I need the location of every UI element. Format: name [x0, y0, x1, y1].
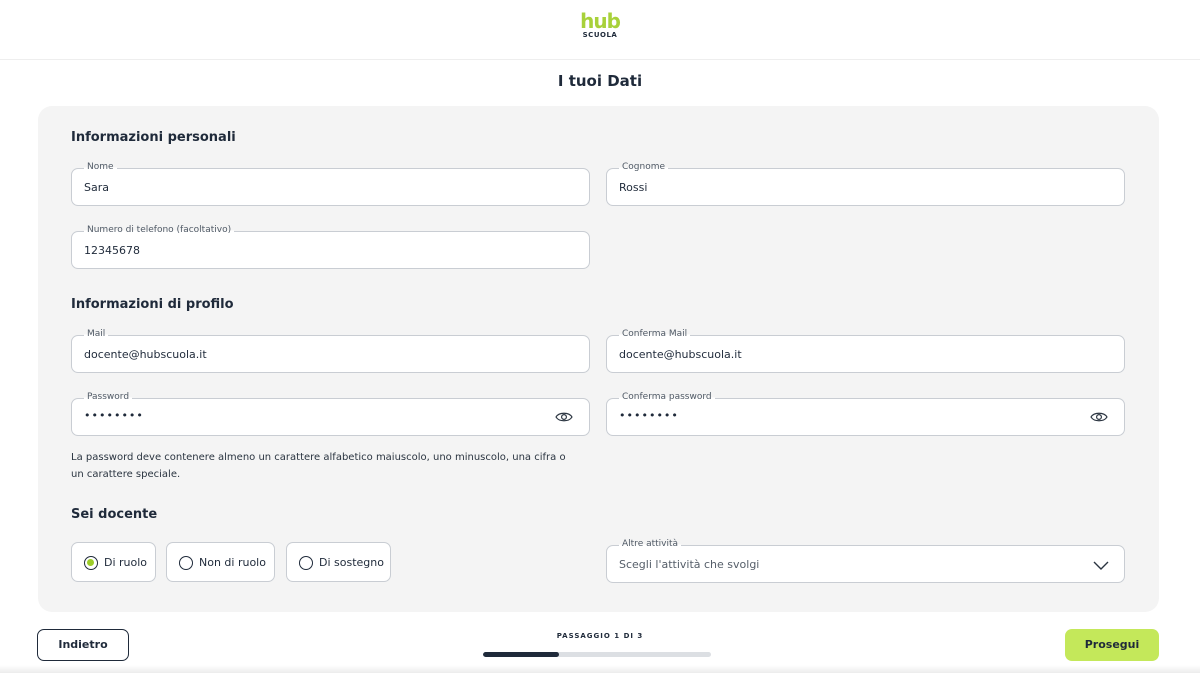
conferma-mail-label: Conferma Mail — [619, 328, 691, 340]
section-title-personal: Informazioni personali — [71, 130, 236, 145]
eye-icon[interactable] — [1090, 410, 1108, 424]
telefono-value: 12345678 — [84, 244, 140, 257]
radio-non-di-ruolo[interactable]: Non di ruolo — [166, 542, 275, 582]
password-hint-line-1: La password deve contenere almeno un car… — [71, 452, 566, 463]
conferma-mail-field[interactable]: Conferma Mail docente@hubscuola.it — [606, 328, 1125, 373]
section-title-profile: Informazioni di profilo — [71, 297, 234, 312]
page-title: I tuoi Dati — [557, 72, 643, 90]
radio-label: Di sostegno — [319, 556, 384, 569]
radio-circle — [179, 556, 193, 570]
conferma-password-label: Conferma password — [619, 391, 715, 403]
radio-circle — [299, 556, 313, 570]
radio-di-ruolo[interactable]: Di ruolo — [71, 542, 156, 582]
telefono-field[interactable]: Numero di telefono (facoltativo) 1234567… — [71, 224, 590, 269]
password-value: •••••••• — [84, 409, 144, 422]
nome-value: Sara — [84, 181, 109, 194]
progress-fill — [483, 652, 559, 657]
cognome-value: Rossi — [619, 181, 648, 194]
password-hint-line-2: un carattere speciale. — [71, 469, 181, 480]
telefono-label: Numero di telefono (facoltativo) — [84, 224, 235, 236]
altre-attivita-select[interactable]: Altre attività Scegli l'attività che svo… — [606, 538, 1125, 583]
step-indicator: PASSAGGIO 1 DI 3 — [556, 632, 644, 640]
top-bar: hub SCUOLA — [0, 0, 1200, 60]
section-title-teacher: Sei docente — [71, 507, 158, 522]
conferma-password-value: •••••••• — [619, 409, 679, 422]
mail-value: docente@hubscuola.it — [84, 348, 207, 361]
back-button[interactable]: Indietro — [37, 629, 129, 661]
radio-label: Di ruolo — [104, 556, 148, 569]
radio-label: Non di ruolo — [199, 556, 266, 569]
altre-attivita-placeholder: Scegli l'attività che svolgi — [619, 558, 760, 571]
radio-di-sostegno[interactable]: Di sostegno — [286, 542, 391, 582]
radio-circle-selected — [84, 556, 98, 570]
mail-field[interactable]: Mail docente@hubscuola.it — [71, 328, 590, 373]
conferma-password-field[interactable]: Conferma password •••••••• — [606, 391, 1125, 436]
nome-label: Nome — [84, 161, 117, 173]
conferma-mail-value: docente@hubscuola.it — [619, 348, 742, 361]
bottom-shadow — [0, 665, 1200, 673]
nome-field[interactable]: Nome Sara — [71, 161, 590, 206]
progress-bar — [483, 652, 711, 657]
password-hint: La password deve contenere almeno un car… — [71, 449, 591, 483]
altre-attivita-label: Altre attività — [619, 538, 682, 550]
password-label: Password — [84, 391, 133, 403]
cognome-label: Cognome — [619, 161, 669, 173]
next-button[interactable]: Prosegui — [1065, 629, 1159, 661]
mail-label: Mail — [84, 328, 109, 340]
eye-icon[interactable] — [555, 410, 573, 424]
chevron-down-icon — [1093, 561, 1109, 570]
logo-word: hub — [580, 9, 621, 33]
hub-scuola-logo[interactable]: hub SCUOLA — [575, 11, 625, 45]
password-field[interactable]: Password •••••••• — [71, 391, 590, 436]
cognome-field[interactable]: Cognome Rossi — [606, 161, 1125, 206]
